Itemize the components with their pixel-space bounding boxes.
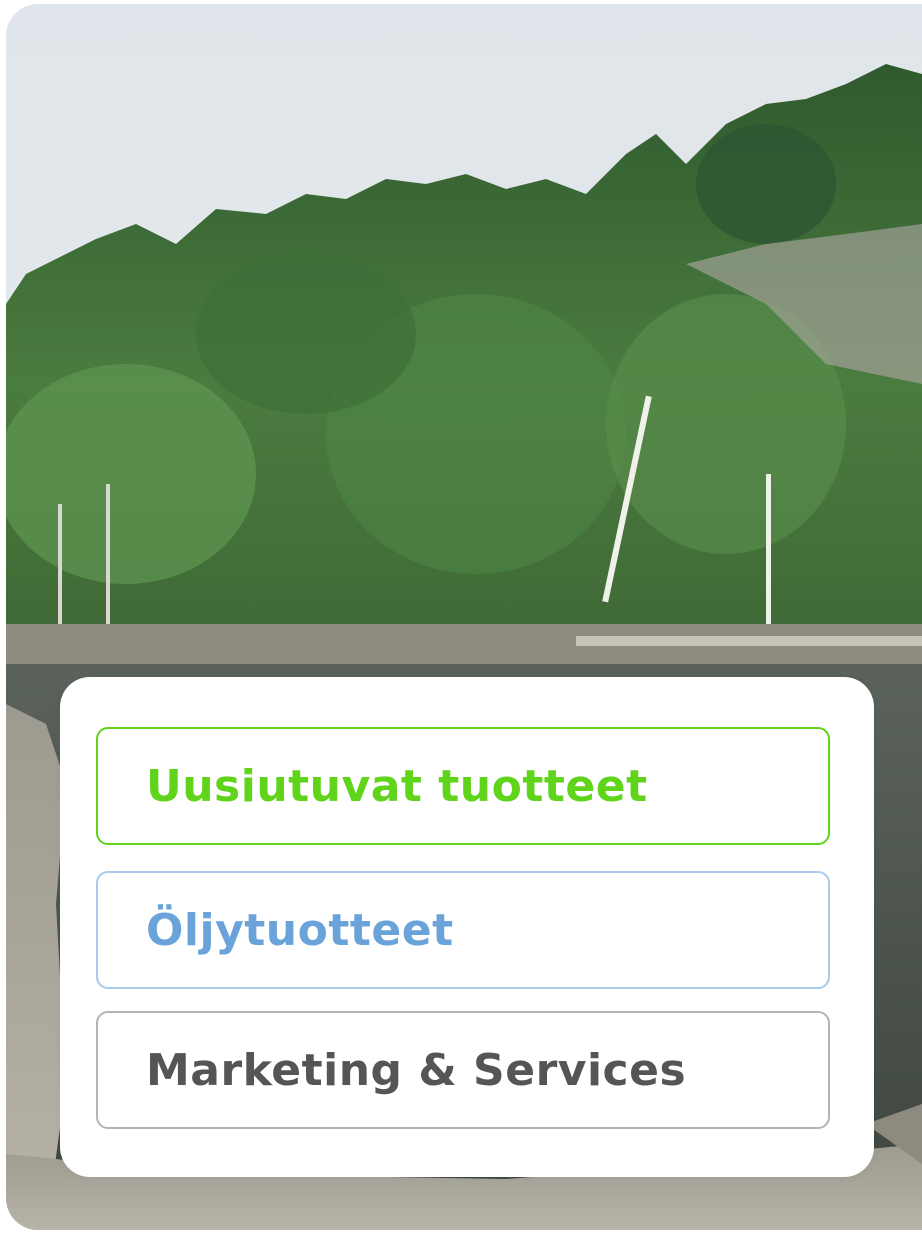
category-marketing-services[interactable]: Marketing & Services: [96, 1011, 830, 1129]
category-oil-products[interactable]: Öljytuotteet: [96, 871, 830, 989]
category-label: Öljytuotteet: [146, 904, 454, 956]
category-label: Uusiutuvat tuotteet: [146, 760, 648, 812]
category-label: Marketing & Services: [146, 1044, 687, 1096]
category-card: Uusiutuvat tuotteet Öljytuotteet Marketi…: [60, 677, 874, 1177]
category-renewable-products[interactable]: Uusiutuvat tuotteet: [96, 727, 830, 845]
